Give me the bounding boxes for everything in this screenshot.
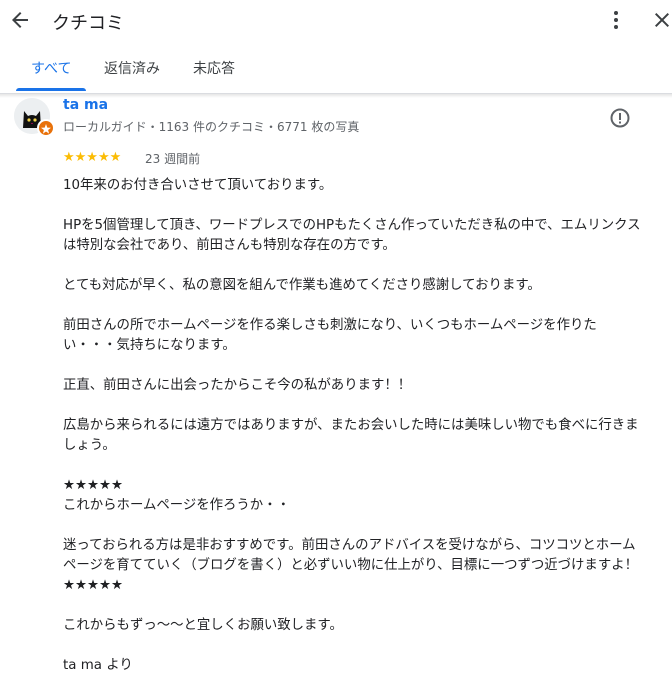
review-signature: ta ma より: [63, 658, 133, 673]
reviewer-meta: ローカルガイド・1163 件のクチコミ・6771 枚の写真: [63, 120, 360, 134]
review-paragraph: とても対応が早く、私の意図を組んで作業も進めてくださり感謝しております。: [63, 278, 541, 293]
review-paragraph: 広島から来られるには遠方ではありますが、またお会いした時には美味しい物でも食べに…: [63, 418, 639, 453]
report-icon[interactable]: [608, 106, 632, 130]
review-text: 10年来のお付き合いさせて頂いております。 HPを5個管理して頂き、ワードプレス…: [63, 176, 643, 696]
review-filter-tabs: すべて 返信済み 未応答: [0, 50, 672, 91]
tab-all[interactable]: すべて: [31, 58, 71, 78]
close-icon[interactable]: [650, 8, 672, 32]
review-paragraph: 正直、前田さんに出会ったからこそ今の私があります！！: [63, 378, 412, 393]
more-vert-icon[interactable]: [604, 8, 628, 32]
review-paragraph: 10年来のお付き合いさせて頂いております。: [63, 178, 333, 193]
review-paragraph: 前田さんの所でホームページを作る楽しさも刺激になり、いくつもホームページを作りた…: [63, 318, 597, 353]
active-tab-indicator: [16, 88, 86, 91]
back-arrow-icon[interactable]: [8, 8, 32, 32]
review-paragraph: 迷っておられる方は是非おすすめです。前田さんのアドバイスを受けながら、コツコツと…: [63, 538, 638, 593]
review-paragraph: これからもずっ〜〜と宜しくお願い致します。: [63, 618, 343, 633]
review-paragraph: HPを5個管理して頂き、ワードプレスでのHPもたくさん作っていただき私の中で、エ…: [63, 218, 641, 253]
star-rating: ★★★★★: [63, 150, 122, 165]
review-paragraph: ★★★★★ これからホームページを作ろうか・・: [63, 478, 290, 513]
local-guide-badge-icon: [37, 119, 55, 137]
tab-unanswered[interactable]: 未応答: [193, 58, 235, 78]
review-date: 23 週間前: [145, 152, 201, 166]
top-bar: クチコミ: [0, 0, 672, 40]
page-title: クチコミ: [52, 13, 124, 34]
reviewer-name[interactable]: ta ma: [63, 97, 108, 113]
tab-replied[interactable]: 返信済み: [104, 58, 160, 78]
